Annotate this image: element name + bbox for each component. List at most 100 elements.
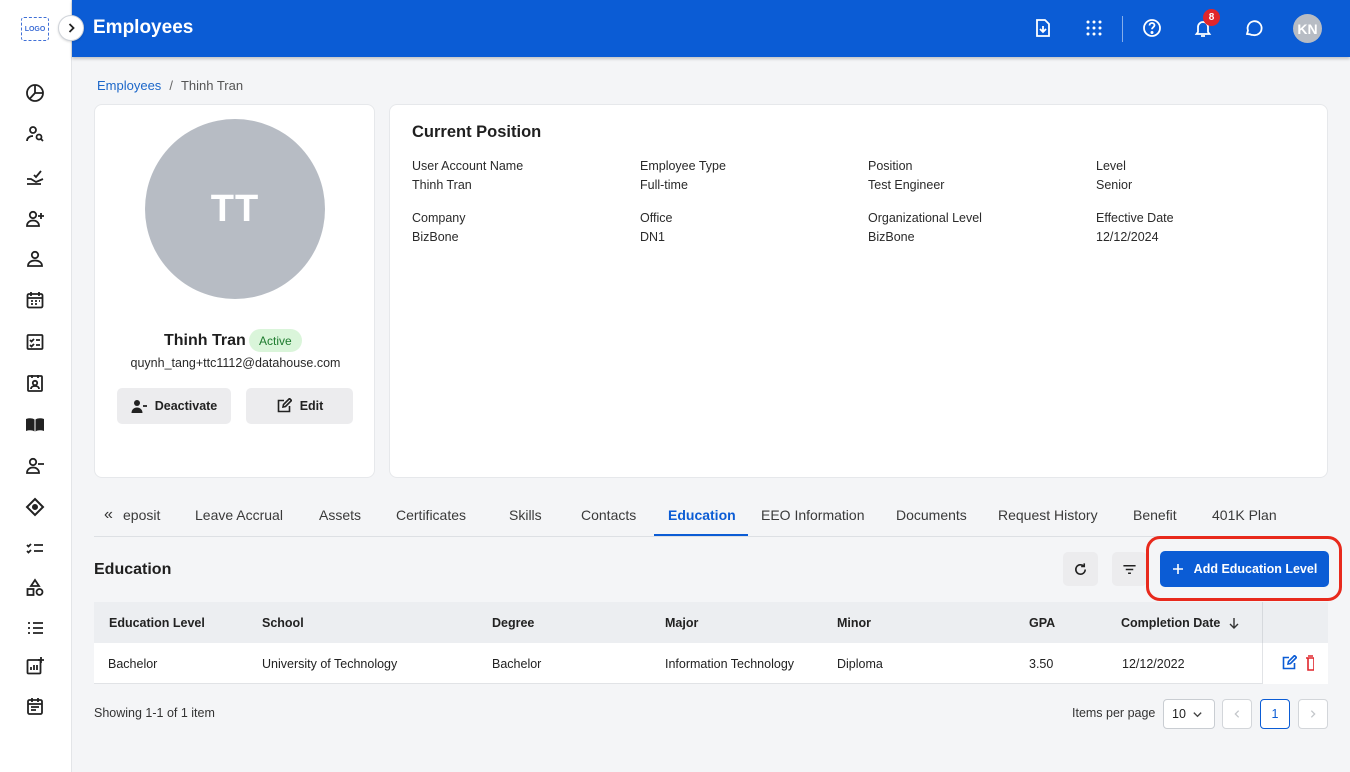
field-value: Test Engineer xyxy=(868,178,945,192)
calendar-icon[interactable] xyxy=(22,287,48,313)
tab-401k-plan[interactable]: 401K Plan xyxy=(1212,507,1277,523)
filter-icon xyxy=(1123,564,1136,574)
deactivate-label: Deactivate xyxy=(154,399,218,413)
tab-eeo-information[interactable]: EEO Information xyxy=(761,507,865,523)
user-search-icon[interactable] xyxy=(22,121,48,147)
remove-user-icon xyxy=(131,400,147,413)
approve-icon[interactable] xyxy=(22,164,48,190)
apps-grid-icon[interactable] xyxy=(1082,16,1106,40)
refresh-button[interactable] xyxy=(1063,552,1098,586)
dashboard-icon[interactable] xyxy=(22,80,48,106)
next-page-button[interactable] xyxy=(1298,699,1328,729)
items-per-page-select[interactable]: 10 xyxy=(1163,699,1215,729)
field-value: Thinh Tran xyxy=(412,178,472,192)
help-icon[interactable] xyxy=(1140,16,1164,40)
page-title: Employees xyxy=(93,17,194,38)
report-add-icon[interactable] xyxy=(22,653,48,679)
column-header-degree[interactable]: Degree xyxy=(492,616,534,630)
table-row: Bachelor University of Technology Bachel… xyxy=(94,643,1328,684)
edit-label: Edit xyxy=(299,399,324,413)
column-header-minor[interactable]: Minor xyxy=(837,616,871,630)
shapes-icon[interactable] xyxy=(22,575,48,601)
checklist-icon[interactable] xyxy=(22,329,48,355)
cell-minor: Diploma xyxy=(837,657,883,671)
column-header-major[interactable]: Major xyxy=(665,616,698,630)
tab-certificates[interactable]: Certificates xyxy=(396,507,466,523)
chevron-down-icon xyxy=(1193,711,1202,717)
download-icon[interactable] xyxy=(1031,16,1055,40)
column-header-gpa[interactable]: GPA xyxy=(1029,616,1055,630)
list-icon[interactable] xyxy=(22,615,48,641)
cell-degree: Bachelor xyxy=(492,657,542,671)
tab-leave-accrual[interactable]: Leave Accrual xyxy=(195,507,283,523)
active-tab-indicator xyxy=(654,534,748,536)
task-list-icon[interactable] xyxy=(22,535,48,561)
tab-contacts[interactable]: Contacts xyxy=(581,507,636,523)
edit-button[interactable]: Edit xyxy=(246,388,353,424)
profile-card: TT Thinh Tran Active quynh_tang+ttc1112@… xyxy=(94,104,375,478)
prev-page-button[interactable] xyxy=(1222,699,1252,729)
column-header-school[interactable]: School xyxy=(262,616,304,630)
user-icon[interactable] xyxy=(22,246,48,272)
page-1-button[interactable]: 1 xyxy=(1260,699,1290,729)
actions-column-header xyxy=(1262,602,1328,643)
current-position-card: Current Position User Account Name Thinh… xyxy=(389,104,1328,478)
tab-request-history[interactable]: Request History xyxy=(998,507,1098,523)
tab-benefit[interactable]: Benefit xyxy=(1133,507,1177,523)
field-company: Company BizBone xyxy=(412,211,466,244)
field-label: Effective Date xyxy=(1096,211,1174,225)
book-icon[interactable] xyxy=(22,412,48,438)
field-value: Full-time xyxy=(640,178,688,192)
tab-documents[interactable]: Documents xyxy=(896,507,967,523)
schedule-icon[interactable] xyxy=(22,693,48,719)
user-avatar[interactable]: KN xyxy=(1293,14,1322,43)
field-value: BizBone xyxy=(868,230,915,244)
breadcrumb-separator: / xyxy=(169,78,173,93)
remove-user-icon[interactable] xyxy=(22,453,48,479)
deactivate-button[interactable]: Deactivate xyxy=(117,388,231,424)
tag-icon[interactable] xyxy=(22,494,48,520)
items-per-page-label: Items per page xyxy=(1072,706,1156,720)
profile-email: quynh_tang+ttc1112@datahouse.com xyxy=(130,356,341,370)
status-badge: Active xyxy=(249,329,302,352)
cell-gpa: 3.50 xyxy=(1029,657,1054,671)
field-effective-date: Effective Date 12/12/2024 xyxy=(1096,211,1174,244)
column-header-education-level[interactable]: Education Level xyxy=(109,616,205,630)
cell-completion-date: 12/12/2022 xyxy=(1122,657,1185,671)
breadcrumb-current: Thinh Tran xyxy=(180,78,244,93)
chat-icon[interactable] xyxy=(1241,16,1265,40)
chevron-right-icon xyxy=(68,23,75,33)
sort-desc-icon xyxy=(1229,618,1239,629)
id-card-icon[interactable] xyxy=(22,370,48,396)
logo[interactable]: LOGO xyxy=(21,17,49,41)
edit-icon xyxy=(277,398,292,413)
field-label: Company xyxy=(412,211,466,225)
field-label: Employee Type xyxy=(640,159,726,173)
tab-deposit[interactable]: eposit xyxy=(123,507,160,523)
tab-skills[interactable]: Skills xyxy=(509,507,542,523)
field-value: Senior xyxy=(1096,178,1133,192)
row-actions xyxy=(1262,643,1328,684)
filter-button[interactable] xyxy=(1112,552,1147,586)
notification-badge: 8 xyxy=(1203,9,1220,26)
profile-name: Thinh Tran xyxy=(164,332,246,349)
showing-count: Showing 1-1 of 1 item xyxy=(94,706,215,720)
breadcrumb-employees-link[interactable]: Employees xyxy=(97,78,161,93)
cell-school: University of Technology xyxy=(262,657,398,671)
tab-assets[interactable]: Assets xyxy=(319,507,361,523)
tab-education[interactable]: Education xyxy=(668,507,736,523)
education-table: Education Level School Degree Major Mino… xyxy=(94,602,1328,684)
edit-row-icon[interactable] xyxy=(1281,655,1297,671)
chevron-right-icon xyxy=(1310,710,1316,718)
sidebar-expand-button[interactable] xyxy=(58,15,84,41)
delete-row-icon[interactable] xyxy=(1305,655,1314,671)
add-user-icon[interactable] xyxy=(22,206,48,232)
tabs-bar: « eposit Leave Accrual Assets Certificat… xyxy=(94,496,1328,537)
refresh-icon xyxy=(1075,562,1086,575)
cell-major: Information Technology xyxy=(665,657,795,671)
breadcrumb: Employees / Thinh Tran xyxy=(97,78,243,93)
tabs-scroll-left-icon[interactable]: « xyxy=(104,506,113,524)
column-header-completion-date[interactable]: Completion Date xyxy=(1121,616,1240,630)
field-level: Level Senior xyxy=(1096,159,1132,192)
field-organizational-level: Organizational Level BizBone xyxy=(868,211,982,244)
